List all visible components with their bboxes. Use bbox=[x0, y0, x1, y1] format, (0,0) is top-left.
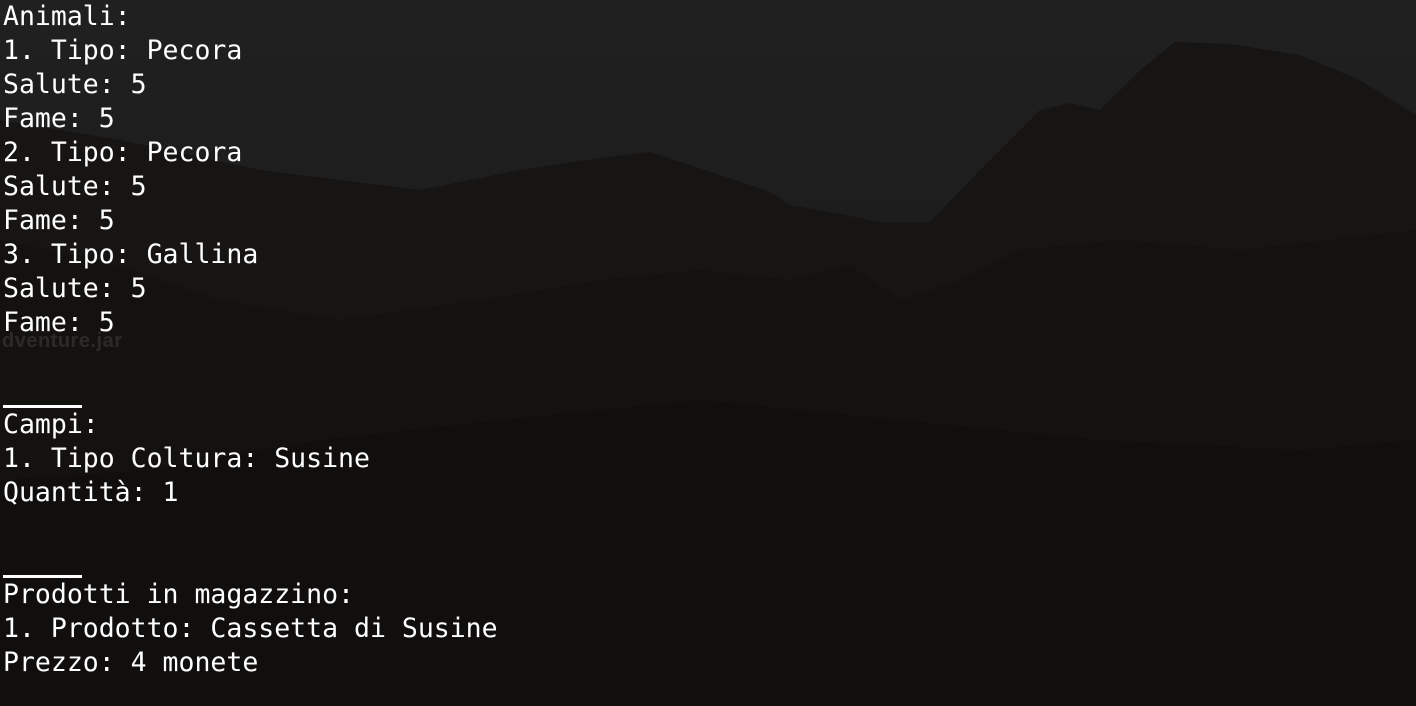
animal-health: Salute: 5 bbox=[3, 171, 147, 202]
fields-header: Campi: bbox=[3, 409, 99, 440]
animal-type: 3. Tipo: Gallina bbox=[3, 239, 259, 270]
animals-header: Animali: bbox=[3, 1, 131, 32]
animal-type: 2. Tipo: Pecora bbox=[3, 137, 243, 168]
animal-health: Salute: 5 bbox=[3, 273, 147, 304]
terminal-output: Animali: 1. Tipo: Pecora Salute: 5 Fame:… bbox=[3, 0, 498, 680]
section-separator bbox=[3, 374, 498, 408]
animal-type: 1. Tipo: Pecora bbox=[3, 35, 243, 66]
field-crop-type: 1. Tipo Coltura: Susine bbox=[3, 443, 370, 474]
warehouse-header: Prodotti in magazzino: bbox=[3, 579, 354, 610]
product-name: 1. Prodotto: Cassetta di Susine bbox=[3, 613, 498, 644]
separator-bar bbox=[3, 405, 82, 408]
animal-hunger: Fame: 5 bbox=[3, 205, 115, 236]
product-price: Prezzo: 4 monete bbox=[3, 647, 259, 678]
animal-hunger: Fame: 5 bbox=[3, 103, 115, 134]
separator-bar bbox=[3, 575, 82, 578]
terminal-window[interactable]: dventure.jar Animali: 1. Tipo: Pecora Sa… bbox=[0, 0, 1416, 706]
section-separator bbox=[3, 544, 498, 578]
field-quantity: Quantità: 1 bbox=[3, 477, 179, 508]
animal-health: Salute: 5 bbox=[3, 69, 147, 100]
animal-hunger: Fame: 5 bbox=[3, 307, 115, 338]
